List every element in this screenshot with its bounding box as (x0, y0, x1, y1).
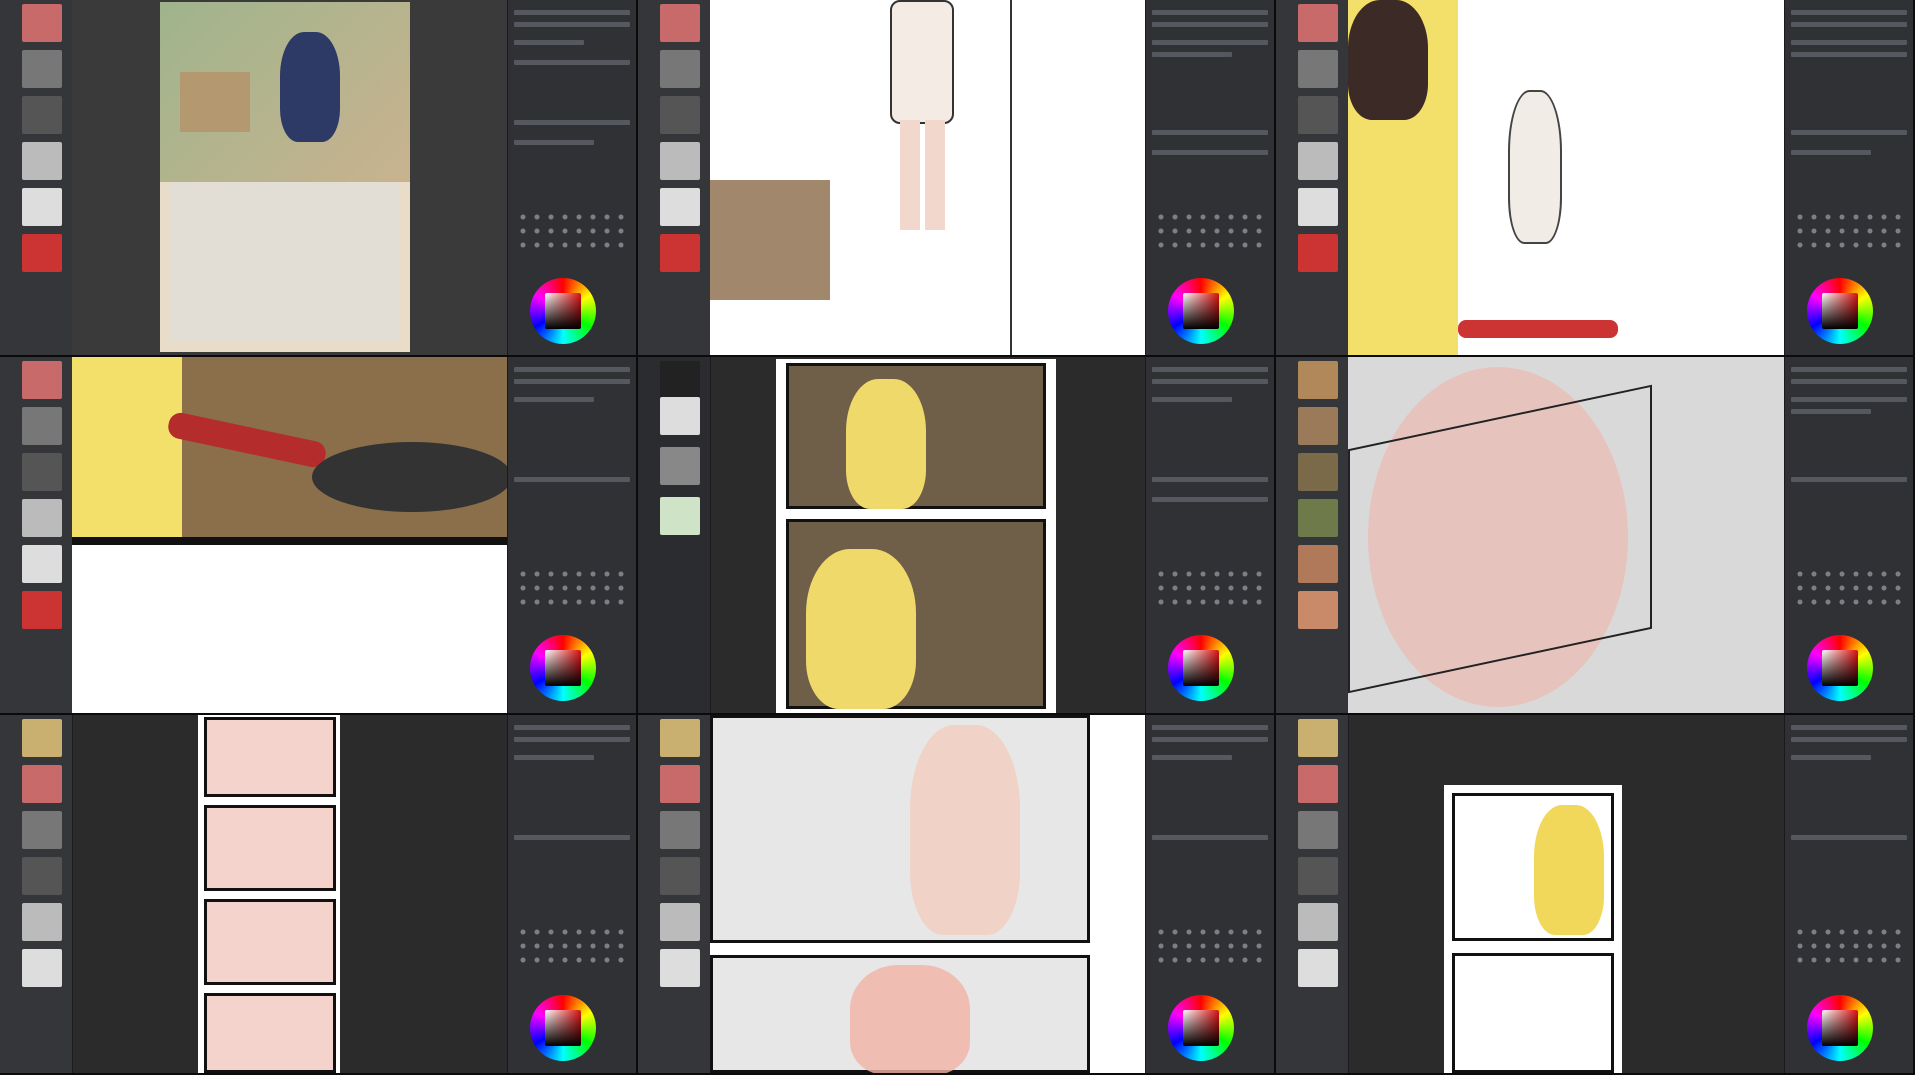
material-thumb-icon[interactable] (1298, 50, 1338, 88)
color-wheel-icon[interactable] (1807, 635, 1873, 701)
tool-property-panel (1784, 357, 1913, 713)
cell-girl-standing-lineart (638, 0, 1276, 357)
material-thumb-icon[interactable] (660, 188, 700, 226)
tool-property-panel (507, 357, 636, 713)
material-thumb-icon[interactable] (22, 4, 62, 42)
material-thumb-icon[interactable] (660, 949, 700, 987)
material-thumb-icon[interactable] (22, 811, 62, 849)
material-thumb-icon[interactable] (660, 903, 700, 941)
color-wheel-icon[interactable] (1168, 995, 1234, 1061)
material-thumb-icon[interactable] (22, 142, 62, 180)
tool-property-panel (507, 0, 636, 355)
material-palette (638, 0, 711, 355)
cell-3d-mannequin-pages (0, 715, 638, 1075)
material-thumb-icon[interactable] (1298, 453, 1338, 491)
material-thumb-icon[interactable] (22, 765, 62, 803)
sketch-canvas[interactable] (710, 715, 1148, 1073)
material-thumb-icon[interactable] (22, 719, 62, 757)
material-thumb-icon[interactable] (660, 361, 700, 399)
material-thumb-icon[interactable] (1298, 361, 1338, 399)
pan-canvas[interactable] (72, 357, 512, 713)
material-thumb-icon[interactable] (1298, 811, 1338, 849)
cell-3d-cabinet-guide (1276, 357, 1915, 715)
cell-full-illustration (0, 0, 638, 357)
material-thumb-icon[interactable] (1298, 499, 1338, 537)
page-strip[interactable] (198, 715, 340, 1073)
material-palette (1276, 715, 1349, 1073)
material-thumb-icon[interactable] (22, 949, 62, 987)
color-wheel-icon[interactable] (1168, 278, 1234, 344)
material-thumb-icon[interactable] (660, 497, 700, 535)
material-thumb-icon[interactable] (660, 765, 700, 803)
lineart-canvas[interactable] (710, 0, 1148, 355)
layer-palette (638, 357, 711, 713)
video-grid (0, 0, 1915, 1075)
tool-property-panel (1145, 0, 1274, 355)
cell-cooking-wide (1276, 0, 1915, 357)
material-palette (638, 715, 711, 1073)
material-thumb-icon[interactable] (660, 96, 700, 134)
tool-property-panel (1145, 357, 1274, 713)
material-thumb-icon[interactable] (660, 50, 700, 88)
cell-panel-finished (1276, 715, 1915, 1075)
material-thumb-icon[interactable] (22, 361, 62, 399)
illustration-page (160, 2, 410, 352)
material-palette (0, 715, 73, 1073)
material-thumb-icon[interactable] (22, 857, 62, 895)
material-thumb-icon[interactable] (1298, 857, 1338, 895)
material-thumb-icon[interactable] (660, 447, 700, 485)
material-palette (0, 0, 73, 355)
material-thumb-icon[interactable] (22, 407, 62, 445)
material-thumb-icon[interactable] (660, 397, 700, 435)
material-thumb-icon[interactable] (1298, 234, 1338, 272)
material-thumb-icon[interactable] (660, 4, 700, 42)
tool-property-panel (1784, 0, 1913, 355)
material-thumb-icon[interactable] (22, 591, 62, 629)
tool-property-panel (1145, 715, 1274, 1073)
material-thumb-icon[interactable] (1298, 903, 1338, 941)
material-thumb-icon[interactable] (1298, 142, 1338, 180)
material-thumb-icon[interactable] (660, 719, 700, 757)
material-thumb-icon[interactable] (660, 857, 700, 895)
material-palette (1276, 357, 1349, 713)
material-palette (1276, 0, 1349, 355)
material-thumb-icon[interactable] (1298, 4, 1338, 42)
material-thumb-icon[interactable] (22, 188, 62, 226)
material-thumb-icon[interactable] (22, 545, 62, 583)
color-wheel-icon[interactable] (1807, 995, 1873, 1061)
canvas-area[interactable] (72, 0, 508, 355)
cell-mannequin-sketch (638, 715, 1276, 1075)
material-thumb-icon[interactable] (1298, 765, 1338, 803)
material-thumb-icon[interactable] (22, 234, 62, 272)
material-thumb-icon[interactable] (660, 234, 700, 272)
cell-two-panel-cooking (638, 357, 1276, 715)
material-thumb-icon[interactable] (22, 453, 62, 491)
color-wheel-icon[interactable] (530, 278, 596, 344)
3d-canvas[interactable] (1348, 357, 1787, 713)
material-thumb-icon[interactable] (1298, 591, 1338, 629)
color-wheel-icon[interactable] (1168, 635, 1234, 701)
material-thumb-icon[interactable] (22, 499, 62, 537)
material-thumb-icon[interactable] (1298, 719, 1338, 757)
material-thumb-icon[interactable] (22, 903, 62, 941)
material-thumb-icon[interactable] (1298, 96, 1338, 134)
material-palette (0, 357, 73, 713)
color-wheel-icon[interactable] (530, 995, 596, 1061)
color-wheel-icon[interactable] (1807, 278, 1873, 344)
material-thumb-icon[interactable] (22, 50, 62, 88)
material-thumb-icon[interactable] (1298, 949, 1338, 987)
material-thumb-icon[interactable] (22, 96, 62, 134)
comic-page[interactable] (1444, 785, 1622, 1073)
cell-frying-pan-closeup (0, 357, 638, 715)
material-thumb-icon[interactable] (1298, 545, 1338, 583)
material-thumb-icon[interactable] (1298, 407, 1338, 445)
color-wheel-icon[interactable] (530, 635, 596, 701)
tool-property-panel (507, 715, 636, 1073)
material-thumb-icon[interactable] (660, 142, 700, 180)
material-thumb-icon[interactable] (660, 811, 700, 849)
material-thumb-icon[interactable] (1298, 188, 1338, 226)
comic-page[interactable] (776, 359, 1056, 713)
cooking-canvas[interactable] (1348, 0, 1787, 355)
tool-property-panel (1784, 715, 1913, 1073)
